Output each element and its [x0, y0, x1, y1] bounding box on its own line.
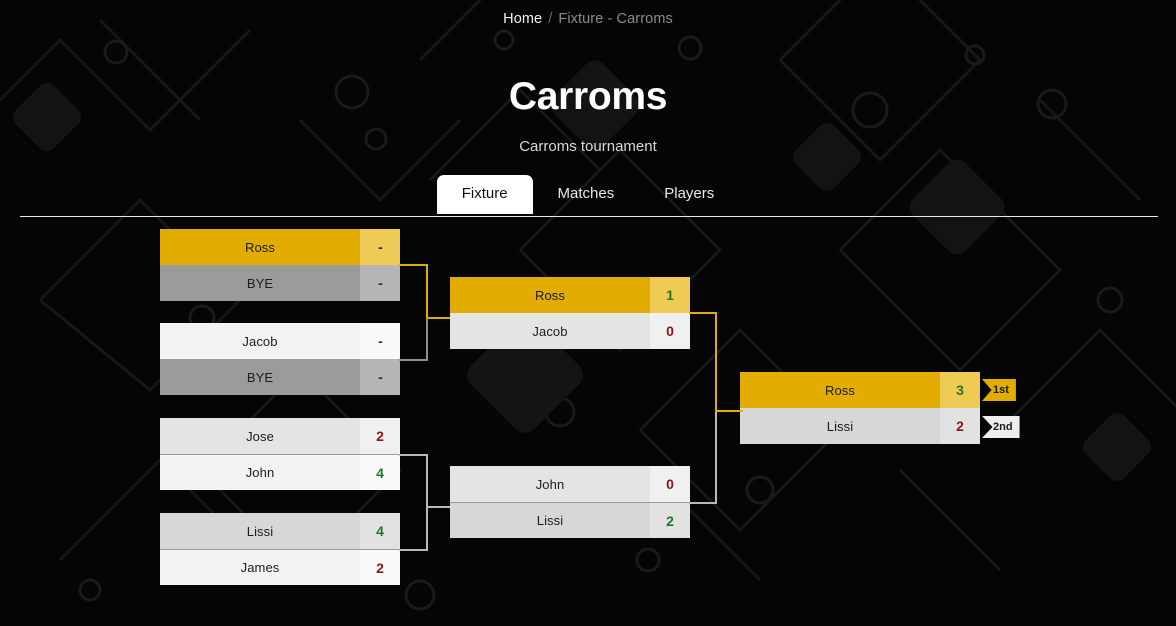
badge-second-place: 2nd: [982, 416, 1020, 438]
badge-first-place: 1st: [982, 379, 1016, 401]
match-row[interactable]: Ross -: [160, 229, 400, 265]
player-name: Jacob: [160, 323, 360, 359]
player-name: John: [160, 455, 360, 490]
player-name: James: [160, 550, 360, 585]
player-score: 2: [360, 550, 400, 585]
match-r2m1[interactable]: Ross 1 Jacob 0: [450, 277, 690, 349]
match-row[interactable]: Ross 1: [450, 277, 690, 313]
match-row[interactable]: James 2: [160, 549, 400, 585]
player-name: BYE: [160, 359, 360, 395]
player-score: 4: [360, 513, 400, 549]
player-name: Lissi: [160, 513, 360, 549]
player-name: Jose: [160, 418, 360, 454]
player-score: 2: [360, 418, 400, 454]
player-score: 0: [650, 313, 690, 349]
player-score: 3: [940, 372, 980, 408]
match-row[interactable]: Lissi 2: [450, 502, 690, 538]
match-row[interactable]: BYE -: [160, 265, 400, 301]
match-r1m3[interactable]: Jose 2 John 4: [160, 418, 400, 490]
player-name: Jacob: [450, 313, 650, 349]
match-row[interactable]: Jacob -: [160, 323, 400, 359]
match-row[interactable]: Lissi 4: [160, 513, 400, 549]
match-r1m4[interactable]: Lissi 4 James 2: [160, 513, 400, 585]
match-final[interactable]: Ross 3 Lissi 2: [740, 372, 980, 444]
connector-r1m2-vertical: [426, 318, 428, 360]
match-row[interactable]: John 4: [160, 454, 400, 490]
player-score: 2: [650, 503, 690, 538]
connector-r1m3-horizontal: [399, 454, 428, 456]
player-name: Ross: [450, 277, 650, 313]
player-score: -: [360, 323, 400, 359]
page-root: Home / Fixture - Carroms Carroms Carroms t…: [0, 0, 1176, 626]
connector-r1m3-vertical: [426, 454, 428, 508]
player-name: Ross: [160, 229, 360, 265]
match-r1m1[interactable]: Ross - BYE -: [160, 229, 400, 301]
match-row[interactable]: John 0: [450, 466, 690, 502]
connector-r2m2-vertical: [715, 412, 717, 504]
player-score: -: [360, 229, 400, 265]
match-row[interactable]: Jacob 0: [450, 313, 690, 349]
player-score: 2: [940, 408, 980, 444]
match-row[interactable]: Lissi 2: [740, 408, 980, 444]
connector-r2m1-vertical: [715, 312, 717, 412]
connector-final-inlet: [715, 410, 743, 412]
player-name: Ross: [740, 372, 940, 408]
match-r2m2[interactable]: John 0 Lissi 2: [450, 466, 690, 538]
connector-r1m4-vertical: [426, 507, 428, 550]
player-name: BYE: [160, 265, 360, 301]
connector-r1m4-horizontal: [399, 549, 428, 551]
match-row[interactable]: BYE -: [160, 359, 400, 395]
player-score: 0: [650, 466, 690, 502]
tournament-bracket: Ross - BYE - Jacob - BYE - Jose 2 John 4…: [0, 0, 1176, 626]
match-row[interactable]: Jose 2: [160, 418, 400, 454]
match-r1m2[interactable]: Jacob - BYE -: [160, 323, 400, 395]
connector-r1m1-vertical: [426, 264, 428, 319]
player-name: Lissi: [450, 503, 650, 538]
player-score: 4: [360, 455, 400, 490]
player-score: -: [360, 359, 400, 395]
match-row[interactable]: Ross 3: [740, 372, 980, 408]
connector-r2m1-inlet: [426, 317, 450, 319]
player-score: 1: [650, 277, 690, 313]
player-score: -: [360, 265, 400, 301]
connector-r1m1-horizontal: [399, 264, 428, 266]
player-name: John: [450, 466, 650, 502]
connector-r2m2-horizontal: [689, 502, 717, 504]
player-name: Lissi: [740, 408, 940, 444]
connector-r2m1-horizontal: [689, 312, 717, 314]
connector-r2m2-inlet: [426, 506, 450, 508]
connector-r1m2-horizontal: [399, 359, 428, 361]
